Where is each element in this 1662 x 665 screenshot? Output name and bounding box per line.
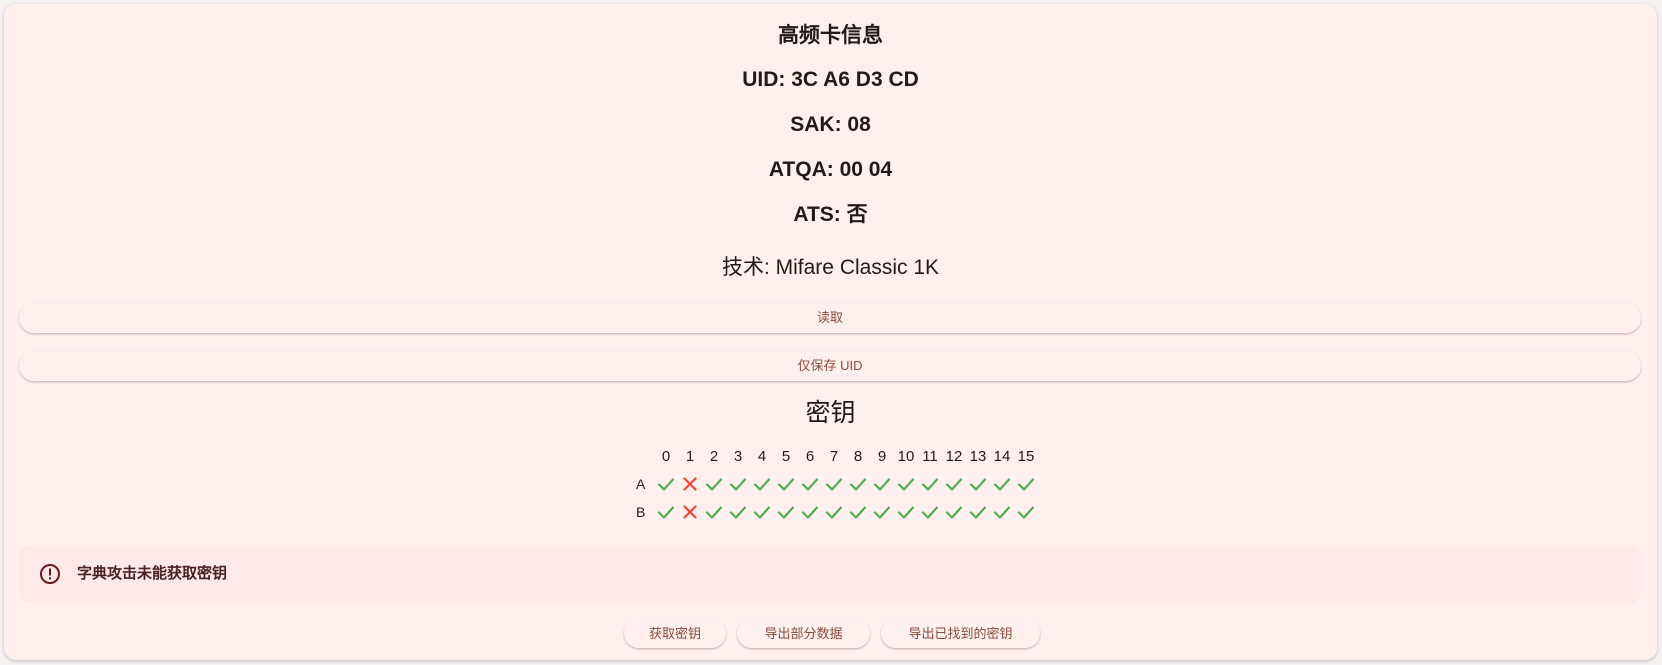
check-icon (942, 470, 966, 498)
cross-icon (678, 470, 702, 498)
check-icon (918, 470, 942, 498)
sector-number: 7 (829, 447, 839, 465)
sector-number: 0 (661, 447, 671, 465)
error-circle-icon (39, 563, 61, 585)
key-row-b: B (636, 498, 1038, 526)
sector-number: 5 (781, 447, 791, 465)
sector-number: 14 (993, 447, 1011, 465)
uid-value: UID: 3C A6 D3 CD (742, 68, 919, 91)
cross-icon (678, 498, 702, 526)
key-row-a: A (636, 470, 1038, 498)
check-icon (654, 470, 678, 498)
keys-title: 密钥 (805, 399, 856, 427)
sector-number: 12 (945, 447, 963, 465)
sector-number: 9 (877, 447, 887, 465)
sector-number: 15 (1017, 447, 1035, 465)
check-icon (990, 498, 1014, 526)
check-icon (918, 498, 942, 526)
check-icon (774, 470, 798, 498)
sector-number: 2 (709, 447, 719, 465)
check-icon (702, 470, 726, 498)
check-icon (894, 498, 918, 526)
check-icon (966, 498, 990, 526)
check-icon (894, 470, 918, 498)
check-icon (774, 498, 798, 526)
export-found-keys-button[interactable]: 导出已找到的密钥 (881, 619, 1040, 648)
sak-value: SAK: 08 (790, 113, 871, 136)
action-bar: 获取密钥 导出部分数据 导出已找到的密钥 (4, 619, 1657, 649)
sector-number: 8 (853, 447, 863, 465)
export-partial-button[interactable]: 导出部分数据 (737, 619, 870, 648)
alert-message: 字典攻击未能获取密钥 (77, 565, 228, 582)
sector-header-row: 0 1 2 3 4 5 6 7 8 9 10 11 12 13 14 15 (636, 442, 1038, 470)
key-status-grid: 0 1 2 3 4 5 6 7 8 9 10 11 12 13 14 15 AB (636, 442, 1038, 526)
check-icon (966, 470, 990, 498)
ats-value: ATS: 否 (793, 203, 868, 226)
check-icon (750, 498, 774, 526)
check-icon (702, 498, 726, 526)
check-icon (1014, 498, 1038, 526)
sector-number: 13 (969, 447, 987, 465)
sector-number: 1 (685, 447, 695, 465)
sector-number: 4 (757, 447, 767, 465)
check-icon (846, 470, 870, 498)
check-icon (990, 470, 1014, 498)
card-info-title: 高频卡信息 (778, 24, 883, 47)
save-uid-button[interactable]: 仅保存 UID (19, 351, 1641, 381)
sector-number: 3 (733, 447, 743, 465)
check-icon (846, 498, 870, 526)
check-icon (726, 470, 750, 498)
check-icon (654, 498, 678, 526)
key-type-label: A (636, 476, 646, 492)
check-icon (726, 498, 750, 526)
check-icon (822, 498, 846, 526)
sector-number: 10 (897, 447, 915, 465)
key-type-label: B (636, 504, 646, 520)
check-icon (798, 470, 822, 498)
atqa-value: ATQA: 00 04 (768, 158, 893, 181)
check-icon (750, 470, 774, 498)
check-icon (870, 470, 894, 498)
check-icon (1014, 470, 1038, 498)
check-icon (942, 498, 966, 526)
check-icon (870, 498, 894, 526)
tech-value: 技术: Mifare Classic 1K (721, 256, 940, 279)
card-info-panel: 高频卡信息 UID: 3C A6 D3 CD SAK: 08 ATQA: 00 … (4, 4, 1657, 660)
dictionary-attack-alert: 字典攻击未能获取密钥 (19, 545, 1641, 603)
get-keys-button[interactable]: 获取密钥 (624, 619, 726, 648)
check-icon (798, 498, 822, 526)
check-icon (822, 470, 846, 498)
sector-number: 11 (922, 447, 938, 465)
read-button[interactable]: 读取 (19, 303, 1641, 333)
sector-number: 6 (805, 447, 815, 465)
